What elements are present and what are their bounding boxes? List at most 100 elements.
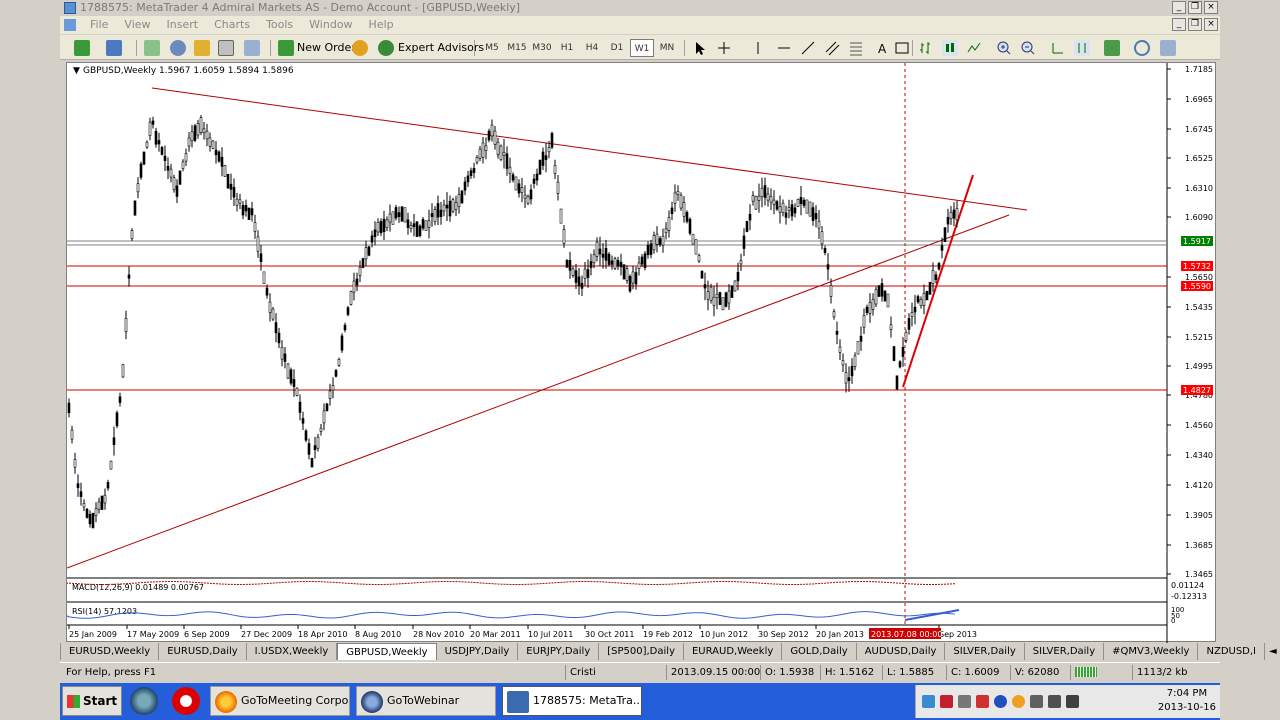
text-tool-icon[interactable]: A	[874, 40, 890, 56]
start-button[interactable]: Start	[62, 686, 122, 716]
tray-acrobat-icon[interactable]	[940, 695, 953, 708]
minimize-button[interactable]: _	[1172, 1, 1186, 14]
timeframe-d1[interactable]: D1	[605, 39, 629, 57]
timeframe-h4[interactable]: H4	[580, 39, 604, 57]
bar-body	[181, 161, 185, 169]
timeframe-m30[interactable]: M30	[530, 39, 554, 57]
expert-advisors-icon[interactable]	[378, 40, 394, 56]
tile-windows-icon[interactable]	[1050, 40, 1066, 56]
horizontal-line-icon[interactable]	[776, 40, 792, 56]
bar-body	[169, 168, 173, 178]
child-close-button[interactable]: ×	[1204, 18, 1218, 31]
tray-update-icon[interactable]	[958, 695, 971, 708]
indicators-icon[interactable]	[1104, 40, 1120, 56]
close-button[interactable]: ×	[1204, 1, 1218, 14]
timeframe-m5[interactable]: M5	[480, 39, 504, 57]
bar-body	[664, 228, 668, 234]
tab-iusdx-weekly[interactable]: I.USDX,Weekly	[247, 643, 338, 660]
clock[interactable]: 7:04 PM 2013-10-16	[1158, 687, 1216, 715]
expert-advisors-button[interactable]: Expert Advisors	[398, 39, 484, 57]
bar-body	[313, 445, 317, 451]
tab-euraud-weekly[interactable]: EURAUD,Weekly	[684, 643, 783, 660]
task-gotowebinar[interactable]: GoToWebinar	[356, 686, 496, 716]
chart-window[interactable]: 1.7185 1.6965 1.6745 1.6525 1.6310 1.6090 1.56…	[66, 62, 1217, 643]
data-window-icon[interactable]	[170, 40, 186, 56]
chart-shift-icon[interactable]	[1074, 40, 1090, 56]
main-toolbar: New Order Expert Advisors M5 M15 M30 H1 …	[60, 35, 1220, 60]
opera-icon[interactable]	[172, 687, 200, 715]
menu-view[interactable]: View	[116, 16, 158, 34]
tab-silver-daily-2[interactable]: SILVER,Daily	[1025, 643, 1105, 660]
cursor-icon[interactable]	[692, 40, 708, 56]
tab-audusd-daily[interactable]: AUDUSD,Daily	[857, 643, 946, 660]
bar-body	[700, 270, 704, 279]
channel-icon[interactable]	[824, 40, 840, 56]
timeframe-mn[interactable]: MN	[655, 39, 679, 57]
restore-button[interactable]: ❐	[1188, 1, 1202, 14]
bar-body	[721, 297, 725, 311]
tab-eurusd-weekly[interactable]: EURUSD,Weekly	[61, 643, 160, 660]
zoom-in-icon[interactable]	[996, 40, 1012, 56]
menu-help[interactable]: Help	[361, 16, 402, 34]
tray-power-icon[interactable]	[1066, 695, 1079, 708]
task-gotomeeting[interactable]: GoToMeeting Corpor...	[210, 686, 350, 716]
tray-snowflake-icon[interactable]	[922, 695, 935, 708]
menu-file[interactable]: File	[82, 16, 116, 34]
navigator-icon[interactable]	[194, 40, 210, 56]
tab-sp500-daily[interactable]: [SP500],Daily	[599, 643, 684, 660]
task-metatrader[interactable]: 1788575: MetaTra...	[502, 686, 642, 716]
bar-chart-icon[interactable]	[918, 40, 934, 56]
tab-nzdusd[interactable]: NZDUSD,I	[1198, 643, 1266, 660]
tabs-scroll-left-icon[interactable]: ◄	[1265, 643, 1280, 660]
trendline-icon[interactable]	[800, 40, 816, 56]
templates-icon[interactable]	[1160, 40, 1176, 56]
crosshair-icon[interactable]	[716, 40, 732, 56]
timeframe-w1[interactable]: W1	[630, 39, 654, 57]
quicklaunch-browser-icon[interactable]	[130, 687, 158, 715]
terminal-icon[interactable]	[218, 40, 234, 56]
tray-network-icon[interactable]	[1030, 695, 1043, 708]
bar-body	[325, 403, 329, 411]
periods-icon[interactable]	[1134, 40, 1150, 56]
bar-body	[202, 128, 206, 134]
chart-canvas[interactable]: 1.7185 1.6965 1.6745 1.6525 1.6310 1.6090 1.56…	[66, 63, 1217, 643]
menu-insert[interactable]: Insert	[159, 16, 207, 34]
bar-body	[901, 347, 905, 357]
label-tool-icon[interactable]	[894, 40, 910, 56]
timeframe-m15[interactable]: M15	[505, 39, 529, 57]
tray-volume-icon[interactable]	[1048, 695, 1061, 708]
tray-bluetooth-icon[interactable]	[994, 695, 1007, 708]
candlestick-icon[interactable]	[942, 40, 958, 56]
profiles-icon[interactable]	[106, 40, 122, 56]
tray-firefox-icon[interactable]	[1012, 695, 1025, 708]
tab-usdjpy-daily[interactable]: USDJPY,Daily	[437, 643, 519, 660]
bar-body	[406, 219, 410, 228]
vertical-line-icon[interactable]	[750, 40, 766, 56]
market-watch-icon[interactable]	[144, 40, 160, 56]
menu-charts[interactable]: Charts	[206, 16, 258, 34]
line-chart-icon[interactable]	[966, 40, 982, 56]
menu-window[interactable]: Window	[301, 16, 360, 34]
new-order-icon[interactable]	[278, 40, 294, 56]
metaeditor-icon[interactable]	[352, 40, 368, 56]
strategy-tester-icon[interactable]	[244, 40, 260, 56]
tab-gold-daily[interactable]: GOLD,Daily	[782, 643, 857, 660]
tab-gbpusd-weekly[interactable]: GBPUSD,Weekly	[337, 643, 437, 660]
bar-body	[142, 151, 146, 165]
child-minimize-button[interactable]: _	[1172, 18, 1186, 31]
timeframe-h1[interactable]: H1	[555, 39, 579, 57]
tray-pdf-icon[interactable]	[976, 695, 989, 708]
bar-body	[538, 159, 542, 175]
fibonacci-icon[interactable]	[848, 40, 864, 56]
menu-tools[interactable]: Tools	[258, 16, 301, 34]
child-restore-button[interactable]: ❐	[1188, 18, 1202, 31]
tab-qmv3-weekly[interactable]: #QMV3,Weekly	[1104, 643, 1199, 660]
tab-eurjpy-daily[interactable]: EURJPY,Daily	[518, 643, 600, 660]
price-label: 1.7185	[1185, 65, 1213, 74]
tab-eurusd-daily[interactable]: EURUSD,Daily	[159, 643, 247, 660]
zoom-out-icon[interactable]	[1020, 40, 1036, 56]
tab-silver-daily[interactable]: SILVER,Daily	[945, 643, 1025, 660]
new-order-button[interactable]: New Order	[297, 39, 356, 57]
new-chart-icon[interactable]	[74, 40, 90, 56]
bar-body	[694, 239, 698, 255]
